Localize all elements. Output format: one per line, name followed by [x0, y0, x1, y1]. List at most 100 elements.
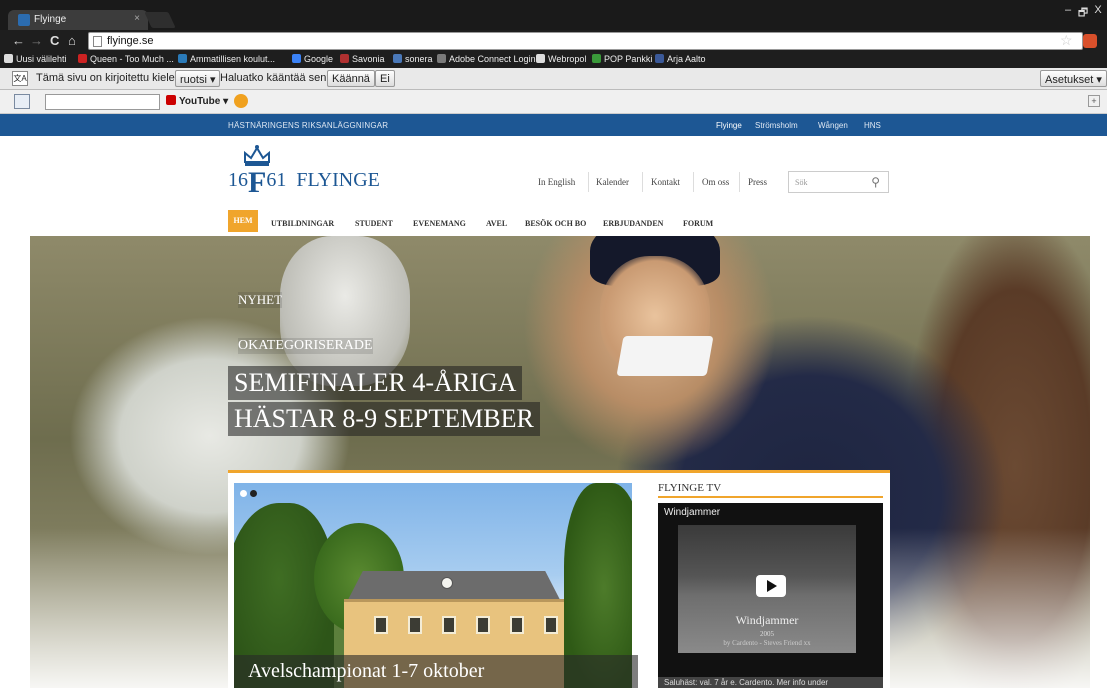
pop-pankki-icon [592, 54, 601, 63]
network-link-stromsholm[interactable]: Strömsholm [755, 121, 798, 130]
video-overlay-title: Windjammer [735, 613, 799, 627]
translate-message: Tämä sivu on kirjoitettu kielellä [36, 72, 186, 84]
main-nav-student[interactable]: STUDENT [355, 219, 393, 228]
language-select[interactable]: ruotsi ▾ [175, 70, 221, 87]
main-nav-erbjudanden[interactable]: ERBJUDANDEN [603, 219, 663, 228]
youtube-icon [78, 54, 87, 63]
main-nav-avel[interactable]: AVEL [486, 219, 507, 228]
bookmark-item[interactable]: POP Pankki [592, 54, 652, 64]
maximize-button[interactable]: 🗗 [1075, 4, 1091, 23]
google-icon [292, 54, 301, 63]
translate-bar: 文A Tämä sivu on kirjoitettu kielellä ruo… [0, 68, 1107, 90]
hero-headline-line1[interactable]: SEMIFINALER 4-ÅRIGA [228, 366, 523, 400]
browser-tab[interactable]: Flyinge × [8, 10, 148, 30]
youtube-button[interactable]: YouTube ▾ [166, 95, 228, 107]
address-bar[interactable]: flyinge.se [88, 32, 1083, 50]
plus-icon[interactable]: + [1088, 95, 1100, 107]
network-link-hns[interactable]: HNS [864, 121, 881, 130]
search-icon[interactable]: ⚲ [871, 175, 880, 190]
bookmark-item[interactable]: Webropol [536, 54, 586, 64]
back-arrow-icon[interactable]: ← [12, 33, 25, 48]
divider [693, 172, 694, 192]
logo-name: FLYINGE [296, 169, 380, 191]
slider-dot[interactable] [250, 490, 257, 497]
address-bar-url: flyinge.se [107, 35, 154, 47]
util-link-press[interactable]: Press [748, 177, 767, 187]
new-tab-button[interactable] [144, 12, 176, 28]
main-nav-hem[interactable]: HEM [228, 210, 258, 232]
bookmark-item[interactable]: Uusi välilehti [4, 54, 67, 64]
page-icon [536, 54, 545, 63]
window [442, 616, 456, 634]
site-logo[interactable]: 16F61 FLYINGE [228, 166, 380, 200]
divider [739, 172, 740, 192]
addon-toolbar: YouTube ▾ + [0, 90, 1107, 114]
forward-arrow-icon[interactable]: → [30, 33, 43, 48]
window [408, 616, 422, 634]
util-link-kontakt[interactable]: Kontakt [651, 177, 680, 187]
bookmark-item[interactable]: Adobe Connect Login [437, 54, 536, 64]
flyinge-favicon-icon [18, 14, 30, 26]
video-thumbnail[interactable]: Windjammer 2005 by Cardento - Steves Fri… [678, 525, 856, 653]
slider-dot-active[interactable] [240, 490, 247, 497]
bookmark-star-icon[interactable]: ☆ [1060, 32, 1073, 49]
flyinge-tv-heading: FLYINGE TV [658, 482, 722, 494]
clock-icon [441, 577, 453, 589]
minimize-button[interactable]: – [1060, 4, 1076, 16]
extension-icon[interactable] [1083, 34, 1097, 48]
video-player[interactable]: Windjammer Windjammer 2005 by Cardento -… [658, 503, 883, 688]
no-translate-button[interactable]: Ei [375, 70, 395, 87]
window [476, 616, 490, 634]
hero-category-nyhet[interactable]: NYHET [238, 292, 283, 308]
slider-caption[interactable]: Avelschampionat 1-7 oktober [234, 655, 638, 688]
main-nav-utbildningar[interactable]: UTBILDNINGAR [271, 219, 334, 228]
close-window-button[interactable]: X [1090, 4, 1106, 16]
building-roof [348, 571, 560, 599]
hero-headline-line2[interactable]: HÄSTAR 8-9 SEPTEMBER [228, 402, 540, 436]
crown-icon [244, 145, 270, 166]
pen-icon [178, 54, 187, 63]
search-icon [393, 54, 402, 63]
rider-collar [616, 336, 714, 376]
bookmark-item[interactable]: Savonia [340, 54, 385, 64]
bookmark-item[interactable]: Arja Aalto [655, 54, 706, 64]
horse-image [280, 236, 410, 386]
tab-title: Flyinge [34, 14, 67, 25]
site-search-input[interactable]: Sök ⚲ [788, 171, 889, 193]
webpage: HÄSTNÄRINGENS RIKSANLÄGGNINGAR Flyinge S… [0, 114, 1107, 688]
translate-settings-button[interactable]: Asetukset ▾ [1040, 70, 1107, 87]
bookmark-item[interactable]: Queen - Too Much ... [78, 54, 174, 64]
network-link-wangen[interactable]: Wången [818, 121, 848, 130]
tab-close-icon[interactable]: × [134, 13, 140, 24]
util-link-in-english[interactable]: In English [538, 177, 575, 187]
translate-question: Haluatko kääntää sen? [220, 72, 333, 84]
divider [642, 172, 643, 192]
main-nav-besok-och-bo[interactable]: BESÖK OCH BO [525, 219, 586, 228]
bookmark-item[interactable]: Ammatillisen koulut... [178, 54, 275, 64]
reload-icon[interactable]: C [50, 33, 59, 48]
video-description: Saluhäst: val. 7 år e. Cardento. Mer inf… [658, 677, 883, 688]
bookmark-item[interactable]: sonera [393, 54, 433, 64]
addon-icon[interactable] [234, 94, 248, 108]
divider [658, 496, 883, 498]
facebook-icon [655, 54, 664, 63]
toolbar-search-input[interactable] [45, 94, 160, 110]
network-link-flyinge[interactable]: Flyinge [716, 121, 742, 130]
youtube-icon [166, 95, 176, 105]
search-engine-icon[interactable] [14, 94, 30, 109]
page-icon [93, 36, 102, 47]
play-button-icon[interactable] [756, 575, 786, 597]
main-nav-evenemang[interactable]: EVENEMANG [413, 219, 466, 228]
video-title[interactable]: Windjammer [664, 507, 720, 518]
bookmarks-bar: Uusi välilehti Queen - Too Much ... Amma… [0, 52, 1107, 68]
hero-category-okategoriserade[interactable]: OKATEGORISERADE [238, 338, 373, 354]
util-link-kalender[interactable]: Kalender [596, 177, 629, 187]
util-link-om-oss[interactable]: Om oss [702, 177, 729, 187]
translate-icon: 文A [12, 71, 28, 86]
translate-button[interactable]: Käännä [327, 70, 375, 87]
savonia-icon [340, 54, 349, 63]
network-strip: HÄSTNÄRINGENS RIKSANLÄGGNINGAR Flyinge S… [0, 114, 1107, 136]
home-icon[interactable]: ⌂ [68, 33, 76, 48]
bookmark-item[interactable]: Google [292, 54, 333, 64]
main-nav-forum[interactable]: FORUM [683, 219, 713, 228]
